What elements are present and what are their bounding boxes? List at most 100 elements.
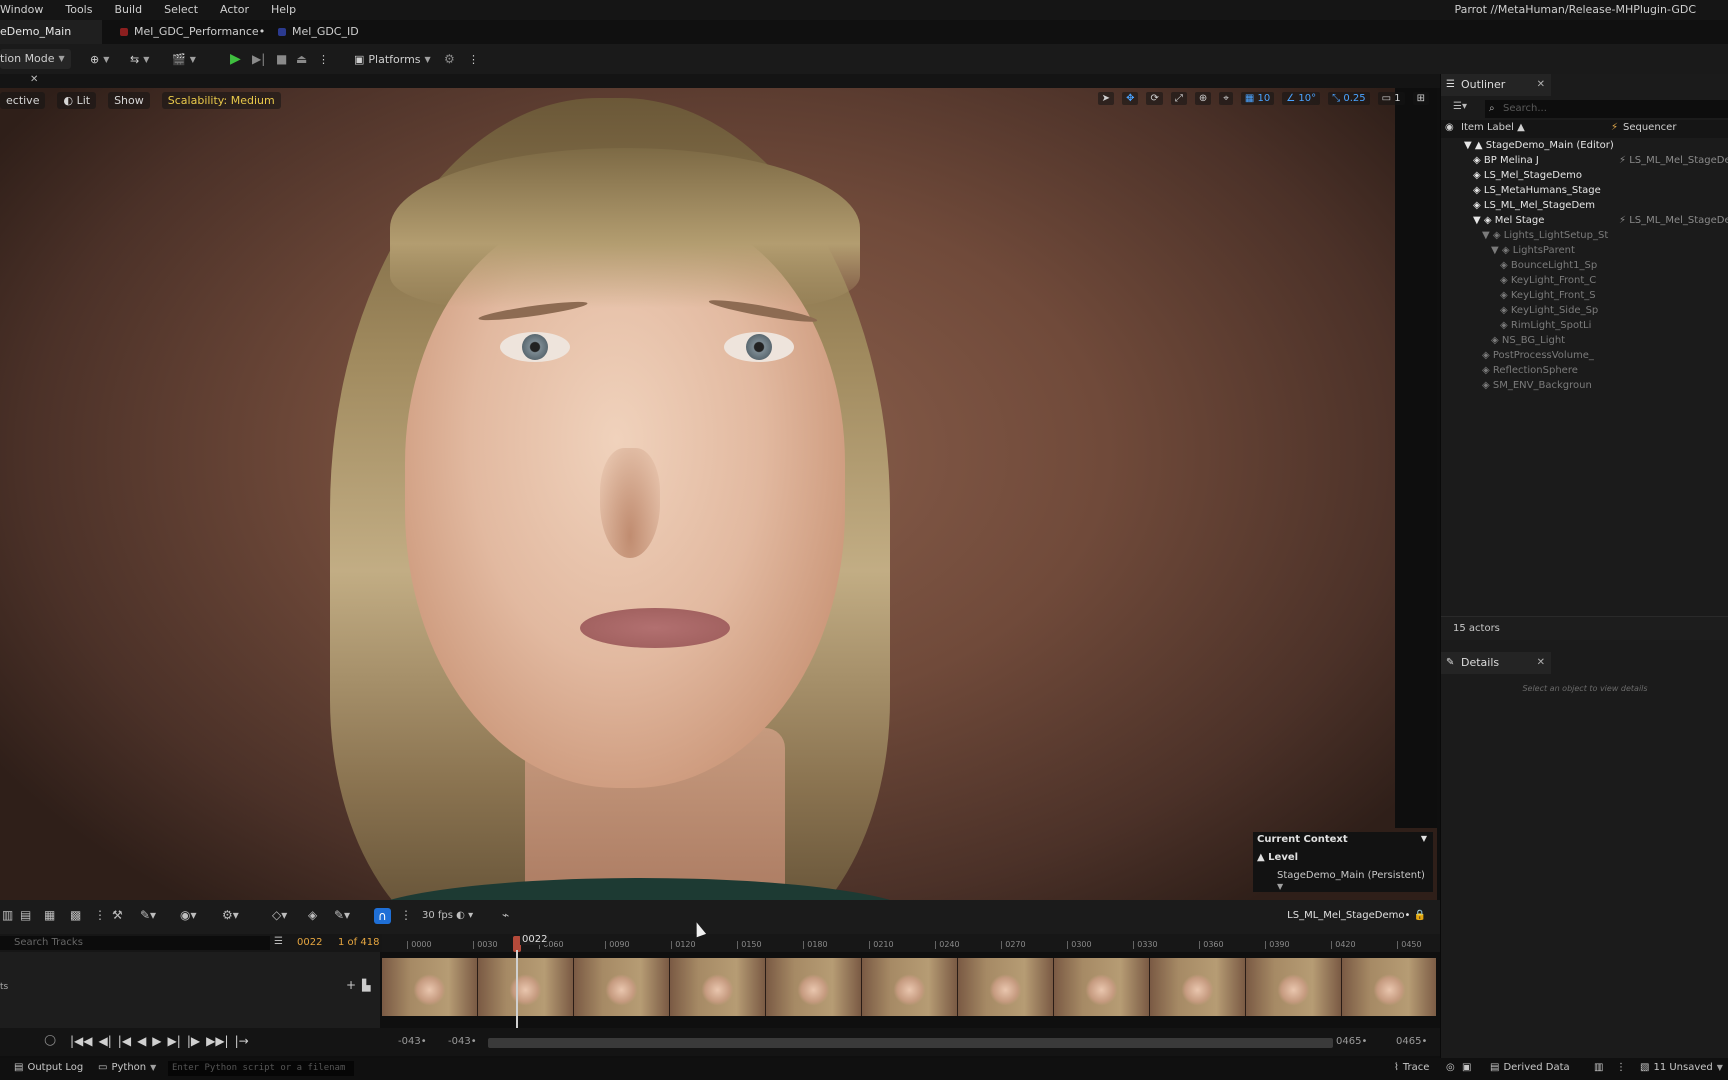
camera-speed-button[interactable]: ▭ 1 — [1377, 92, 1405, 105]
platforms-dropdown[interactable]: ▣ Platforms ▼ — [354, 49, 431, 69]
loop-icon[interactable]: |→ — [235, 1034, 249, 1048]
add-track-icon[interactable]: + — [346, 978, 356, 992]
chevron-down-icon[interactable]: ▼ — [1421, 834, 1427, 843]
step-button[interactable]: ▶| — [252, 49, 265, 69]
menu-actor[interactable]: Actor — [209, 0, 260, 20]
curve-editor-icon[interactable]: ⌁ — [502, 908, 509, 922]
filter-icon[interactable]: ☰▾ — [1453, 101, 1467, 112]
outliner-row[interactable]: ◈ NS_BG_Light — [1491, 333, 1565, 348]
outliner-row[interactable]: ◈ LS_ML_Mel_StageDem — [1473, 198, 1595, 213]
jump-to-start-icon[interactable]: |◀◀ — [70, 1034, 93, 1048]
menu-window[interactable]: Window — [0, 0, 54, 20]
outliner-row[interactable]: ◈ RimLight_SpotLi — [1500, 318, 1591, 333]
python-dropdown[interactable]: ▭ Python ▼ — [98, 1062, 156, 1073]
brush-icon[interactable]: ✎▾ — [334, 908, 350, 922]
save-sequence-icon[interactable]: ▥ — [2, 908, 13, 922]
close-icon[interactable]: ✕ — [1537, 74, 1545, 96]
menu-build[interactable]: Build — [103, 0, 153, 20]
add-content-button[interactable]: ⊕ ▼ — [90, 49, 109, 69]
performance-thumbnail-track[interactable] — [382, 958, 1436, 1016]
mode-select-dropdown[interactable]: tion Mode ▼ — [0, 49, 71, 69]
show-button[interactable]: Show — [108, 92, 150, 109]
frame-rate-dropdown[interactable]: 30 fps ◐ ▾ — [422, 910, 473, 921]
view-range-start[interactable]: -043• — [398, 1036, 427, 1047]
tab-mel-gdc-performance[interactable]: Mel_GDC_Performance• — [120, 20, 265, 44]
sequencer-column[interactable]: Sequencer — [1623, 122, 1676, 133]
status-icon-a[interactable]: ◎ — [1446, 1062, 1455, 1073]
auto-key-icon[interactable]: ◈ — [308, 908, 317, 922]
stop-button[interactable]: ■ — [276, 49, 287, 69]
grid-snap-button[interactable]: ▦ 10 — [1240, 92, 1275, 105]
step-forward-icon[interactable]: ▶| — [168, 1034, 181, 1048]
working-range-start[interactable]: -043• — [448, 1036, 477, 1047]
cinematics-button[interactable]: 🎬 ▼ — [172, 49, 196, 69]
output-log-button[interactable]: ▤ Output Log — [14, 1062, 83, 1073]
eject-button[interactable]: ⏏ — [296, 49, 307, 69]
lock-icon[interactable]: 🔒 — [1414, 910, 1426, 921]
clapper-icon[interactable]: ▩ — [70, 908, 81, 922]
outliner-row[interactable]: ◈ KeyLight_Front_S — [1500, 288, 1596, 303]
outliner-row[interactable]: ◈ BP Melina J — [1473, 153, 1539, 168]
surface-snap-icon[interactable]: ⌖ — [1219, 92, 1233, 105]
console-input[interactable]: Enter Python script or a filenam — [168, 1061, 354, 1076]
kebab-icon[interactable]: ⋮ — [1616, 1062, 1626, 1073]
blueprint-button[interactable]: ⇆ ▼ — [130, 49, 149, 69]
scale-icon[interactable]: ⤢ — [1170, 92, 1187, 105]
outliner-row[interactable]: ◈ LS_MetaHumans_Stage — [1473, 183, 1601, 198]
rotate-icon[interactable]: ⟳ — [1146, 92, 1163, 105]
view-options-icon[interactable]: ◉▾ — [180, 908, 197, 922]
world-space-icon[interactable]: ⊕ — [1194, 92, 1212, 105]
previous-key-icon[interactable]: ◀| — [99, 1034, 112, 1048]
close-icon[interactable]: ✕ — [30, 74, 38, 85]
key-options-icon[interactable]: ◇▾ — [272, 908, 287, 922]
actions-icon[interactable]: ⚒ — [112, 908, 123, 922]
view-range-end[interactable]: 0465• — [1396, 1036, 1427, 1047]
step-back-icon[interactable]: |◀ — [118, 1034, 131, 1048]
maximize-viewport-icon[interactable]: ⊞ — [1412, 92, 1429, 105]
scalability-button[interactable]: Scalability: Medium — [161, 92, 281, 109]
menu-tools[interactable]: Tools — [54, 0, 103, 20]
outliner-row[interactable]: ◈ SM_ENV_Backgroun — [1482, 378, 1592, 393]
working-range-end[interactable]: 0465• — [1336, 1036, 1367, 1047]
visibility-icon[interactable]: ◉ — [1445, 122, 1454, 133]
current-frame-display[interactable]: 0022 — [297, 937, 322, 948]
outliner-row[interactable]: ▼ ◈ LightsParent — [1491, 243, 1575, 258]
rotation-snap-button[interactable]: ∠ 10° — [1282, 92, 1321, 105]
outliner-tab[interactable]: ☰ Outliner ✕ — [1441, 74, 1551, 96]
level-select-dropdown[interactable]: StageDemo_Main (Persistent) ▼ — [1277, 870, 1433, 892]
play-options-button[interactable]: ⋮ — [318, 49, 329, 69]
play-button[interactable]: ▶ — [230, 49, 241, 69]
render-movie-icon[interactable]: ▦ — [44, 908, 55, 922]
outliner-row[interactable]: ◈ LS_Mel_StageDemo — [1473, 168, 1582, 183]
unsaved-button[interactable]: ▧ 11 Unsaved ▼ — [1640, 1062, 1723, 1073]
record-icon[interactable]: ○ — [44, 1032, 56, 1048]
menu-help[interactable]: Help — [260, 0, 307, 20]
details-tab[interactable]: ✎ Details ✕ — [1441, 652, 1551, 674]
source-control-icon[interactable]: ▥ — [1594, 1062, 1603, 1073]
timeline-scrollbar[interactable] — [488, 1038, 1333, 1048]
outliner-row[interactable]: ◈ ReflectionSphere — [1482, 363, 1578, 378]
play-icon[interactable]: ▶ — [152, 1034, 161, 1048]
outliner-row[interactable]: ◈ PostProcessVolume_ — [1482, 348, 1594, 363]
level-viewport[interactable]: ective ◐ Lit Show Scalability: Medium ➤ … — [0, 88, 1437, 900]
tab-mel-gdc-id[interactable]: Mel_GDC_ID — [278, 20, 359, 44]
outliner-row[interactable]: ▼ ◈ Mel Stage — [1473, 213, 1544, 228]
tab-stagedemo-main[interactable]: eDemo_Main — [0, 20, 102, 44]
view-mode-button[interactable]: ◐ Lit — [57, 92, 97, 109]
trace-button[interactable]: ⌇ Trace — [1394, 1062, 1429, 1073]
track-label[interactable]: ts — [0, 982, 8, 992]
camera-cut-icon[interactable]: ▙ — [362, 979, 370, 992]
filter-icon[interactable]: ☰ — [274, 936, 283, 947]
close-icon[interactable]: ✕ — [1537, 652, 1545, 674]
outliner-row[interactable]: ◈ KeyLight_Front_C — [1500, 273, 1596, 288]
perspective-button[interactable]: ective — [0, 92, 46, 109]
play-reverse-icon[interactable]: ◀ — [137, 1034, 146, 1048]
outliner-row[interactable]: ◈ BounceLight1_Sp — [1500, 258, 1597, 273]
outliner-row[interactable]: ▼ ▲ StageDemo_Main (Editor) — [1464, 138, 1614, 153]
playback-options-icon[interactable]: ⚙▾ — [222, 908, 239, 922]
outliner-row[interactable]: ▼ ◈ Lights_LightSetup_St — [1482, 228, 1608, 243]
translate-icon[interactable]: ✥ — [1122, 92, 1139, 105]
edit-options-icon[interactable]: ✎▾ — [140, 908, 156, 922]
toolbar-overflow-button[interactable]: ⋮ — [468, 49, 479, 69]
item-label-column[interactable]: Item Label ▲ — [1461, 122, 1525, 133]
